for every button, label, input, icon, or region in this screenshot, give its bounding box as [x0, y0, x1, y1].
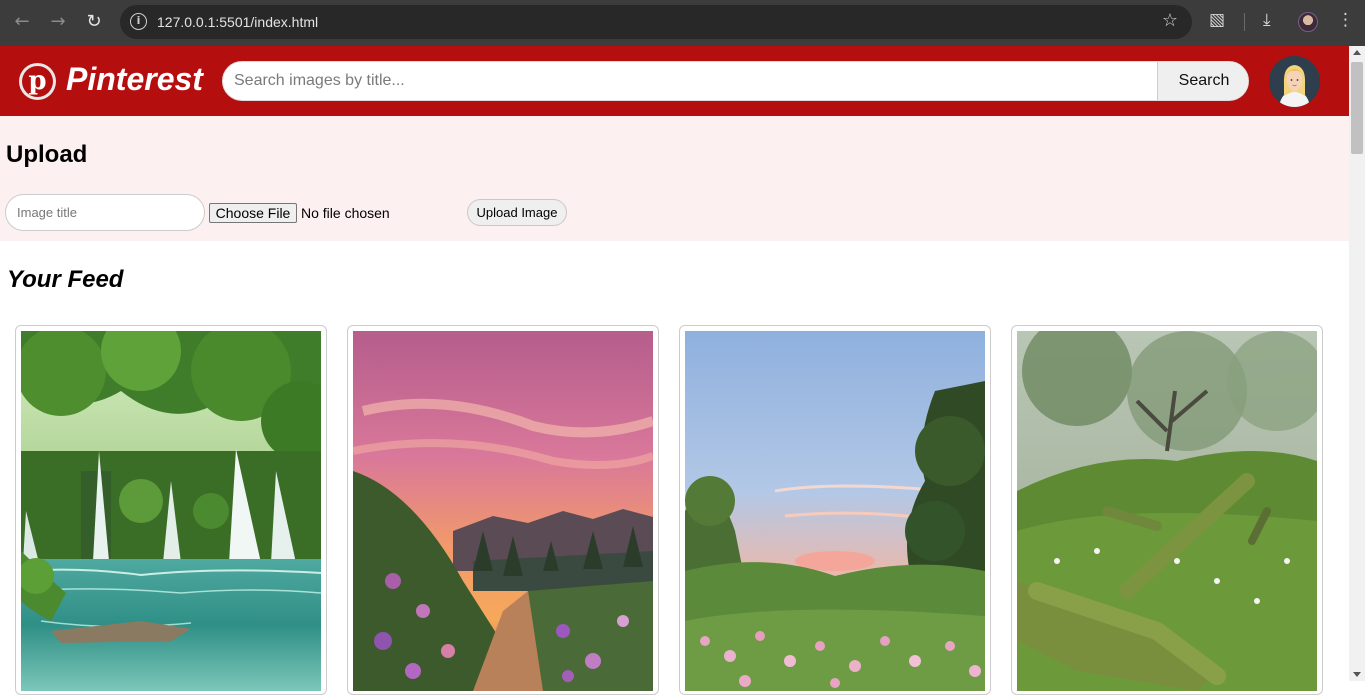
brand-name[interactable]: Pinterest	[66, 61, 203, 98]
feed-image[interactable]	[685, 331, 985, 691]
toolbar-divider	[1244, 13, 1245, 31]
extensions-icon[interactable]: ▧	[1209, 10, 1225, 30]
upload-section: Upload Choose File No file chosen Upload…	[0, 116, 1349, 241]
pinterest-logo-icon[interactable]: p	[19, 63, 56, 100]
back-icon[interactable]: ←	[9, 9, 35, 35]
scroll-down-icon[interactable]	[1353, 672, 1361, 677]
feed-card[interactable]	[1011, 325, 1323, 695]
feed-card[interactable]	[15, 325, 327, 695]
reload-icon[interactable]: ↻	[81, 9, 107, 35]
feed-image[interactable]	[21, 331, 321, 691]
browser-toolbar: ← → ↻ i 127.0.0.1:5501/index.html ☆ ▧ ⤓ …	[0, 0, 1365, 46]
address-bar[interactable]: i 127.0.0.1:5501/index.html ☆	[120, 5, 1192, 39]
feed-image[interactable]	[1017, 331, 1317, 691]
upload-image-button[interactable]: Upload Image	[467, 199, 567, 226]
feed-card[interactable]	[347, 325, 659, 695]
download-icon[interactable]: ⤓	[1263, 10, 1271, 30]
logo-letter: p	[28, 66, 47, 96]
profile-icon[interactable]	[1298, 12, 1318, 32]
search-input[interactable]	[223, 62, 1157, 100]
image-title-input[interactable]	[5, 194, 205, 231]
scrollbar-thumb[interactable]	[1351, 62, 1363, 154]
bookmark-star-icon[interactable]: ☆	[1162, 10, 1178, 31]
address-url[interactable]: 127.0.0.1:5501/index.html	[157, 14, 318, 30]
feed-image[interactable]	[353, 331, 653, 691]
forward-icon[interactable]: →	[45, 9, 71, 35]
waterfall-lagoon-image	[21, 331, 321, 691]
feed-heading: Your Feed	[7, 266, 124, 293]
feed-card[interactable]	[679, 325, 991, 695]
avatar[interactable]	[1269, 56, 1320, 107]
site-header: p Pinterest Search	[0, 46, 1349, 116]
upload-heading: Upload	[6, 141, 88, 168]
sunrise-meadow-image	[685, 331, 985, 691]
kebab-menu-icon[interactable]: ⋮	[1337, 10, 1354, 30]
avatar-illustration	[1269, 56, 1320, 107]
page-scrollbar[interactable]	[1349, 46, 1365, 681]
search-button[interactable]: Search	[1157, 62, 1248, 100]
choose-file-button[interactable]: Choose File	[209, 203, 297, 223]
mossy-forest-image	[1017, 331, 1317, 691]
site-info-icon[interactable]: i	[130, 13, 147, 30]
file-status-text: No file chosen	[301, 205, 390, 221]
scroll-up-icon[interactable]	[1353, 50, 1361, 55]
search-bar: Search	[222, 61, 1249, 101]
sunset-mountain-trail-image	[353, 331, 653, 691]
